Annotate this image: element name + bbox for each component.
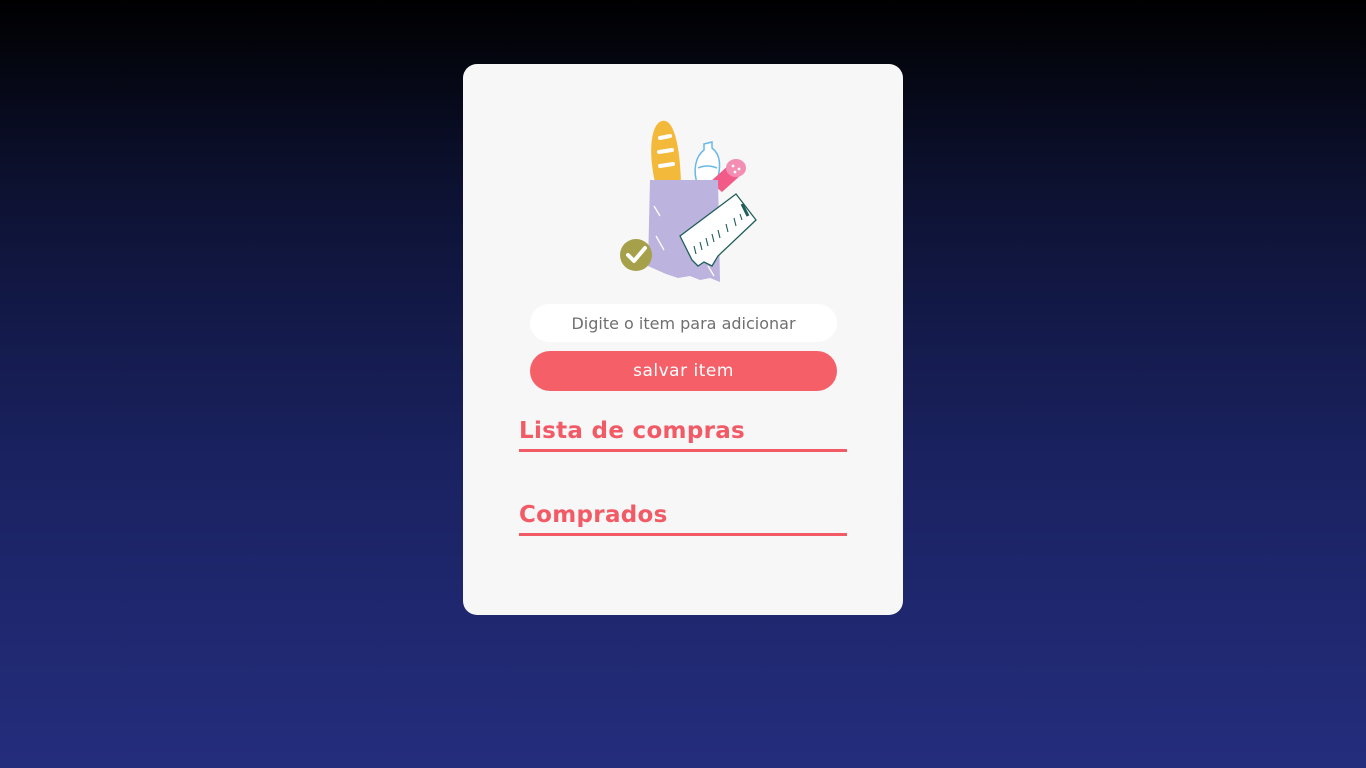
shopping-bag-groceries-icon bbox=[620, 120, 757, 282]
check-badge-icon bbox=[620, 239, 652, 271]
item-input[interactable] bbox=[530, 304, 837, 342]
bought-list-title: Comprados bbox=[519, 501, 847, 536]
shopping-list-title: Lista de compras bbox=[519, 417, 847, 452]
shopping-card: salvar item Lista de compras Comprados bbox=[463, 64, 903, 615]
bread-icon bbox=[651, 120, 681, 186]
save-item-button[interactable]: salvar item bbox=[530, 351, 837, 391]
